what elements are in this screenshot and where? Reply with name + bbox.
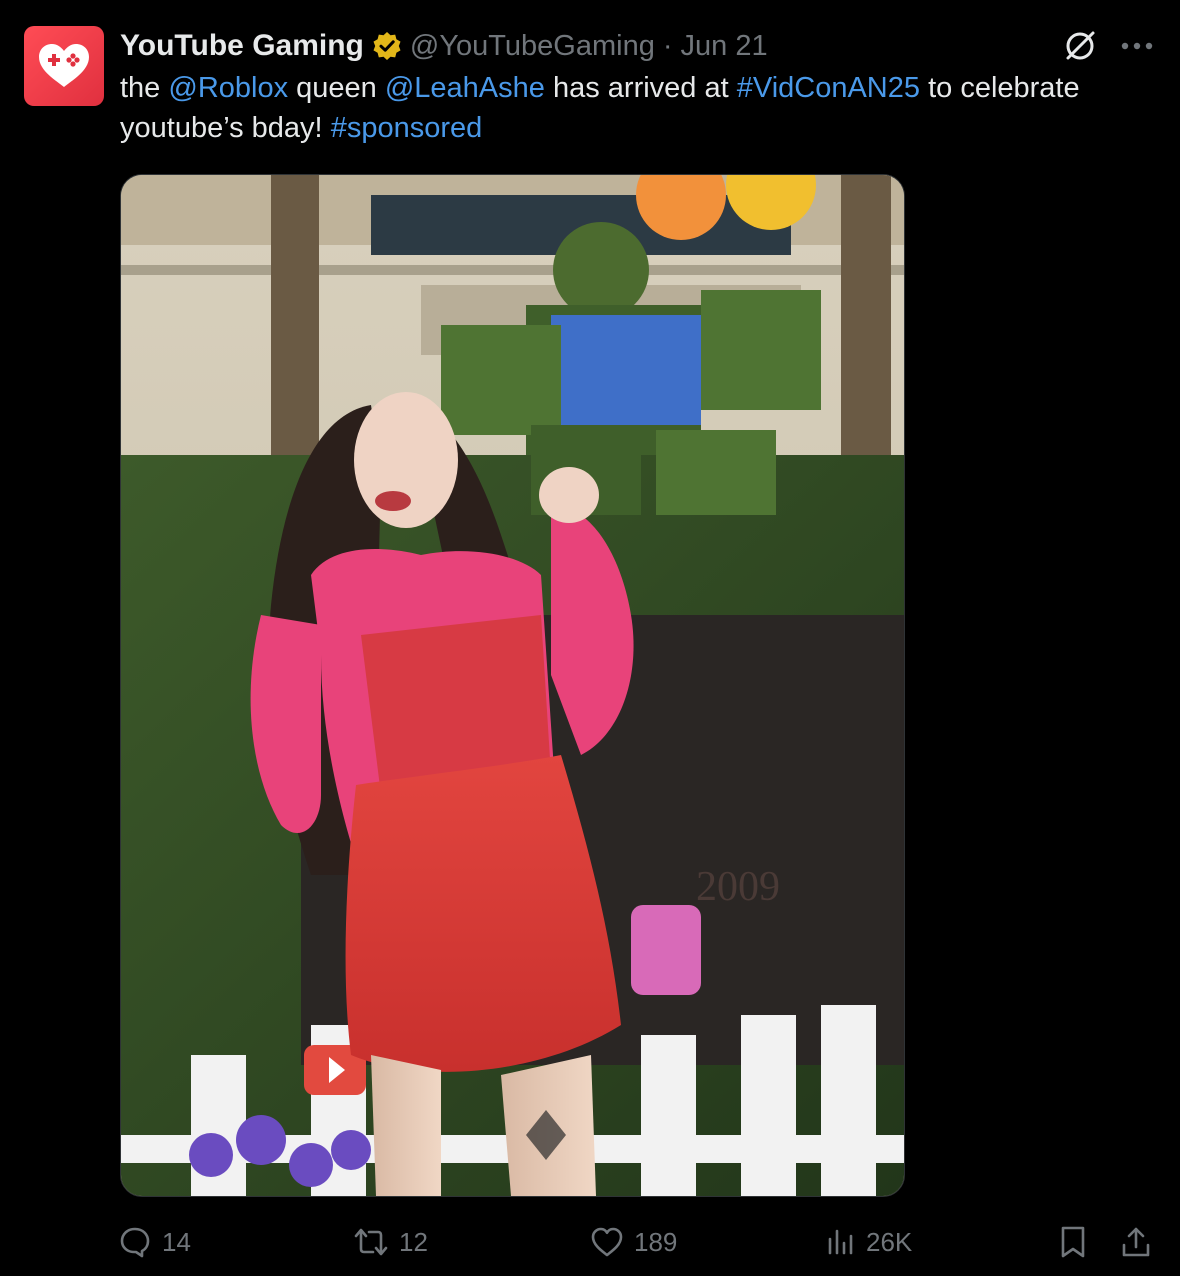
tweet-text-segment: queen — [288, 72, 385, 104]
repost-icon — [354, 1228, 388, 1256]
share-button[interactable] — [1120, 1220, 1152, 1264]
avatar[interactable] — [24, 26, 104, 106]
tweet-header: YouTube Gaming @YouTubeGaming · Jun 21 — [120, 26, 768, 66]
photo-woman-in-pink-outfit-at-roblox-topiary-icon: 2009 — [121, 175, 904, 1196]
post-date[interactable]: Jun 21 — [681, 30, 768, 63]
bookmark-icon — [1061, 1226, 1085, 1258]
grok-icon[interactable] — [1062, 28, 1098, 64]
tweet-text-segment: has arrived at — [544, 72, 737, 104]
handle[interactable]: @YouTubeGaming — [410, 30, 655, 63]
share-icon — [1122, 1227, 1150, 1257]
heart-icon — [591, 1227, 623, 1257]
youtube-gaming-controller-heart-icon — [39, 44, 89, 87]
tweet-photo[interactable]: 2009 — [120, 174, 905, 1197]
tweet-action-bar: 14 12 189 26K — [0, 1220, 1180, 1264]
analytics-icon — [828, 1229, 853, 1255]
tweet-top-right-controls — [1062, 26, 1154, 66]
hashtag-link[interactable]: #VidConAN25 — [737, 72, 920, 104]
mention-link[interactable]: @LeahAshe — [385, 72, 545, 104]
reply-count: 14 — [162, 1226, 191, 1257]
views-count: 26K — [866, 1226, 913, 1257]
reply-icon — [120, 1227, 150, 1258]
views-button[interactable]: 26K — [826, 1220, 912, 1264]
repost-count: 12 — [399, 1226, 428, 1257]
reply-button[interactable]: 14 — [118, 1220, 191, 1264]
mention-link[interactable]: @Roblox — [168, 72, 288, 104]
repost-button[interactable]: 12 — [353, 1220, 428, 1264]
hashtag-link[interactable]: #sponsored — [331, 112, 483, 144]
bookmark-button[interactable] — [1058, 1220, 1088, 1264]
like-count: 189 — [634, 1226, 678, 1257]
display-name[interactable]: YouTube Gaming — [120, 29, 364, 63]
screen-sign-text: 2009 — [696, 864, 780, 910]
tweet-text: the @Roblox queen @LeahAshe has arrived … — [120, 68, 1160, 148]
gold-verified-badge-icon[interactable] — [372, 31, 402, 61]
like-button[interactable]: 189 — [590, 1220, 677, 1264]
more-options-icon[interactable] — [1120, 41, 1154, 51]
tweet-text-segment: the — [120, 72, 169, 104]
separator-dot: · — [662, 29, 673, 62]
